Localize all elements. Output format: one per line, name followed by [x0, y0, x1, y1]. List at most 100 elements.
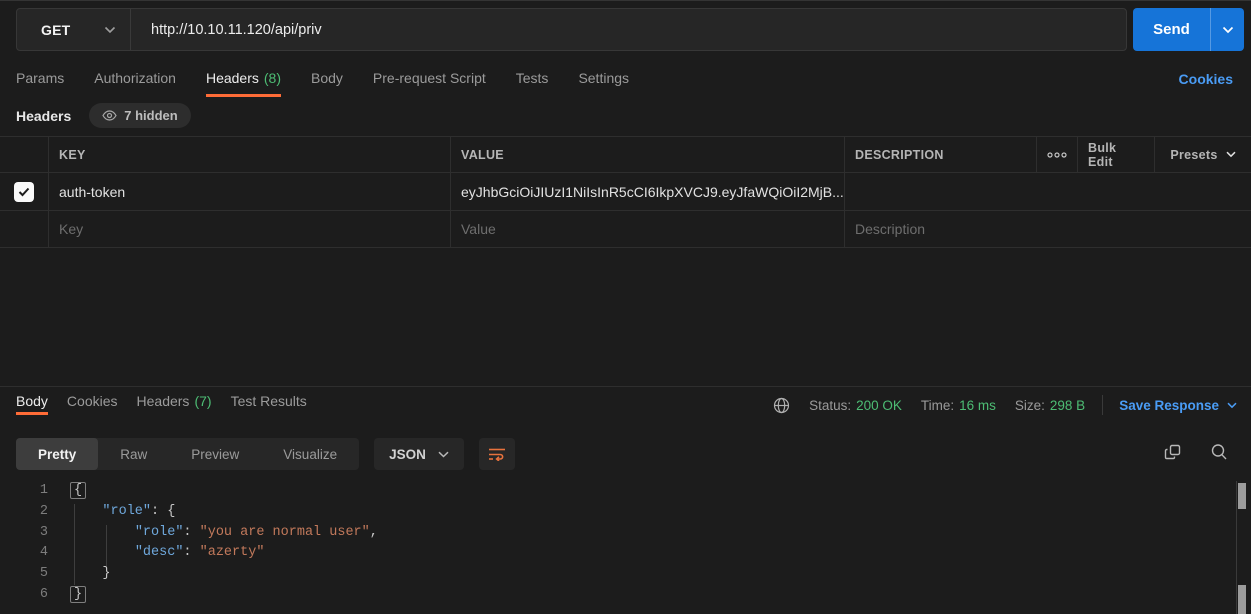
send-button-label[interactable]: Send: [1133, 8, 1211, 51]
new-description-placeholder[interactable]: Description: [844, 211, 1251, 247]
tab-tests[interactable]: Tests: [516, 65, 549, 97]
request-tabs: Params Authorization Headers (8) Body Pr…: [16, 65, 629, 97]
size-label: Size:: [1015, 398, 1045, 413]
http-method-select[interactable]: GET: [17, 9, 131, 50]
response-tab-test-results[interactable]: Test Results: [231, 393, 307, 415]
response-tab-cookies-label: Cookies: [67, 393, 118, 409]
format-dropdown[interactable]: JSON: [374, 438, 464, 470]
response-tab-headers[interactable]: Headers (7): [137, 393, 212, 415]
line-number: 1: [0, 481, 48, 502]
row-checkbox-checked[interactable]: [14, 182, 34, 202]
response-tab-body[interactable]: Body: [16, 393, 48, 415]
postman-request-view: GET Send Params Authorization Headers (8…: [0, 0, 1251, 614]
response-panel: Body Cookies Headers (7) Test Results St…: [0, 386, 1251, 614]
line-number: 2: [0, 502, 48, 523]
response-tab-test-results-label: Test Results: [231, 393, 307, 409]
send-button[interactable]: Send: [1133, 8, 1244, 51]
tab-authorization[interactable]: Authorization: [94, 65, 176, 97]
indent-guide: [74, 504, 75, 585]
indent-guide: [106, 525, 107, 566]
response-tabs: Body Cookies Headers (7) Test Results: [16, 393, 307, 415]
row-select-cell: [0, 211, 48, 247]
presets-label: Presets: [1170, 148, 1217, 162]
url-field-wrap: [131, 9, 1126, 50]
scrollbar-thumb[interactable]: [1238, 483, 1246, 509]
scrollbar-track[interactable]: [1236, 481, 1237, 614]
scrollbar-thumb[interactable]: [1238, 585, 1246, 614]
copy-button[interactable]: [1164, 443, 1182, 461]
line-number: 6: [0, 585, 48, 606]
new-key-placeholder[interactable]: Key: [48, 211, 450, 247]
header-key-cell[interactable]: auth-token: [48, 173, 450, 210]
size-value: 298 B: [1050, 398, 1085, 413]
code-line: 1 {: [0, 481, 1251, 502]
tab-settings-label: Settings: [578, 70, 629, 86]
code-content: "desc": "azerty": [70, 543, 264, 564]
response-body-code[interactable]: 1 { 2 "role": { 3 "role": "you are norma…: [0, 477, 1251, 614]
tab-headers[interactable]: Headers (8): [206, 65, 281, 97]
header-row-auth-token: auth-token eyJhbGciOiJIUzI1NiIsInR5cCI6I…: [0, 172, 1251, 210]
response-tab-body-label: Body: [16, 393, 48, 409]
tab-params[interactable]: Params: [16, 65, 64, 97]
tab-prerequest-script[interactable]: Pre-request Script: [373, 65, 486, 97]
hidden-headers-count: 7 hidden: [124, 108, 177, 123]
fold-marker[interactable]: }: [70, 586, 86, 603]
view-mode-segmented-control: Pretty Raw Preview Visualize: [16, 438, 359, 470]
header-value-cell[interactable]: eyJhbGciOiJIUzI1NiIsInR5cCI6IkpXVCJ9.eyJ…: [450, 173, 844, 210]
tab-settings[interactable]: Settings: [578, 65, 629, 97]
cookies-link[interactable]: Cookies: [1179, 71, 1233, 87]
response-view-toolbar: Pretty Raw Preview Visualize JSON: [16, 438, 515, 470]
tab-headers-label: Headers: [206, 70, 259, 86]
url-input[interactable]: [151, 22, 1126, 38]
header-description-cell[interactable]: [844, 173, 1251, 210]
response-tab-headers-count: (7): [194, 393, 211, 409]
header-row-empty: Key Value Description: [0, 210, 1251, 248]
time-label: Time:: [921, 398, 954, 413]
more-options-button[interactable]: [1036, 137, 1077, 172]
headers-table: KEY VALUE DESCRIPTION Bulk Edit Presets: [0, 136, 1251, 248]
view-visualize-button[interactable]: Visualize: [261, 438, 359, 470]
column-header-value: VALUE: [450, 137, 844, 172]
line-number: 5: [0, 564, 48, 585]
tab-body[interactable]: Body: [311, 65, 343, 97]
headers-section-title: Headers: [16, 108, 71, 124]
chevron-down-icon: [1227, 402, 1237, 409]
code-line: 3 "role": "you are normal user",: [0, 523, 1251, 544]
code-line: 4 "desc": "azerty": [0, 543, 1251, 564]
view-preview-button[interactable]: Preview: [169, 438, 261, 470]
column-header-description: DESCRIPTION: [844, 137, 1036, 172]
fold-marker[interactable]: {: [70, 482, 86, 499]
request-url-bar: GET: [16, 8, 1127, 51]
globe-icon[interactable]: [773, 397, 790, 414]
hidden-headers-toggle[interactable]: 7 hidden: [89, 103, 190, 128]
tab-authorization-label: Authorization: [94, 70, 176, 86]
word-wrap-icon: [488, 447, 506, 461]
headers-table-header-row: KEY VALUE DESCRIPTION Bulk Edit Presets: [0, 136, 1251, 172]
presets-dropdown[interactable]: Presets: [1154, 137, 1251, 172]
view-pretty-button[interactable]: Pretty: [16, 438, 98, 470]
status-indicator: Status:200 OK: [809, 398, 902, 413]
code-content: "role": "you are normal user",: [70, 523, 378, 544]
search-button[interactable]: [1210, 443, 1228, 461]
response-meta: Status:200 OK Time:16 ms Size:298 B Save…: [773, 395, 1237, 415]
new-value-placeholder[interactable]: Value: [450, 211, 844, 247]
headers-section-header: Headers 7 hidden: [16, 103, 191, 128]
tab-headers-count: (8): [264, 70, 281, 86]
code-line: 5 }: [0, 564, 1251, 585]
code-content: }: [70, 564, 111, 585]
line-number: 3: [0, 523, 48, 544]
send-options-caret[interactable]: [1211, 8, 1244, 51]
save-response-dropdown[interactable]: Save Response: [1119, 398, 1237, 413]
bulk-edit-button[interactable]: Bulk Edit: [1077, 137, 1154, 172]
view-raw-button[interactable]: Raw: [98, 438, 169, 470]
code-content: {: [70, 481, 86, 502]
code-content: "role": {: [70, 502, 175, 523]
code-line: 6 }: [0, 585, 1251, 606]
wrap-lines-button[interactable]: [479, 438, 515, 470]
chevron-down-icon: [104, 26, 116, 34]
row-select-cell: [0, 173, 48, 210]
tab-prerequest-label: Pre-request Script: [373, 70, 486, 86]
status-value: 200 OK: [856, 398, 902, 413]
response-tab-cookies[interactable]: Cookies: [67, 393, 118, 415]
select-all-column: [0, 137, 48, 172]
